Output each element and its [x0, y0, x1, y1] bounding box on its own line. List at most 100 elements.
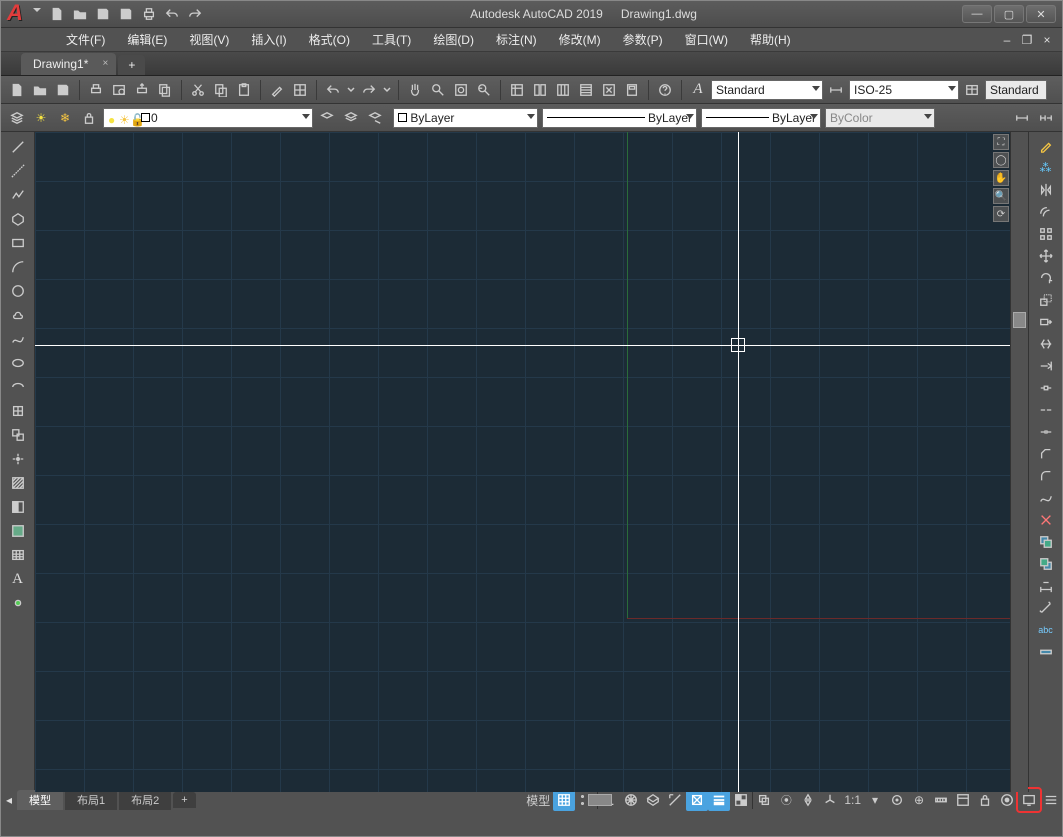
redo-dropdown-icon[interactable]	[382, 80, 392, 100]
maximize-button[interactable]: ▢	[994, 5, 1024, 23]
lwt-toggle-icon[interactable]	[708, 789, 730, 811]
erase-icon[interactable]	[1036, 136, 1056, 156]
customize-icon[interactable]	[1040, 789, 1062, 811]
trim-icon[interactable]	[1036, 334, 1056, 354]
pan-icon[interactable]	[405, 80, 425, 100]
nav-orbit-icon[interactable]: ⟳	[993, 206, 1009, 222]
layer-combo[interactable]: ●☀🔓 0	[103, 108, 313, 128]
ellipse-icon[interactable]	[6, 352, 30, 374]
layout-tab-2[interactable]: 布局2	[119, 790, 171, 810]
sheet-set-mgr-icon[interactable]	[576, 80, 596, 100]
menu-modify[interactable]: 修改(M)	[549, 28, 611, 51]
nav-full-icon[interactable]: ⛶	[993, 134, 1009, 150]
point-icon[interactable]	[6, 448, 30, 470]
plot-icon[interactable]	[86, 80, 106, 100]
dim-style-combo[interactable]: ISO-25	[849, 80, 959, 100]
text-style-combo[interactable]: Standard	[711, 80, 823, 100]
menu-tools[interactable]: 工具(T)	[362, 28, 421, 51]
add-selected-icon[interactable]	[6, 592, 30, 614]
table-icon[interactable]	[6, 544, 30, 566]
leader-icon[interactable]: abc	[1036, 620, 1056, 640]
undo-dropdown-icon[interactable]	[346, 80, 356, 100]
isodraft-icon[interactable]	[642, 789, 664, 811]
new-tab-button[interactable]: +	[118, 55, 145, 75]
polygon-icon[interactable]	[6, 208, 30, 230]
mtext-icon[interactable]: A	[6, 568, 30, 590]
open-icon[interactable]	[30, 80, 50, 100]
units-icon[interactable]	[930, 789, 952, 811]
nav-wheel-icon[interactable]: ◯	[993, 152, 1009, 168]
match-props-icon[interactable]	[267, 80, 287, 100]
menu-draw[interactable]: 绘图(D)	[423, 28, 484, 51]
minimize-button[interactable]: —	[962, 5, 992, 23]
transparency-icon[interactable]	[730, 789, 752, 811]
make-block-icon[interactable]	[6, 424, 30, 446]
qat-open-icon[interactable]	[70, 4, 90, 24]
spline-icon[interactable]	[6, 328, 30, 350]
offset-icon[interactable]	[1036, 202, 1056, 222]
dim-edit-icon[interactable]	[1036, 642, 1056, 662]
markup-icon[interactable]	[599, 80, 619, 100]
new-icon[interactable]	[7, 80, 27, 100]
scroll-left-icon[interactable]: ◂	[1, 790, 17, 810]
dyn-ucs-icon[interactable]: ⦿	[775, 789, 797, 811]
layer-isolate-icon[interactable]	[341, 108, 361, 128]
block-editor-icon[interactable]	[290, 80, 310, 100]
table-style-combo[interactable]: Standard	[985, 80, 1047, 100]
status-model-button[interactable]: 模型	[523, 789, 553, 811]
qat-saveas-icon[interactable]	[116, 4, 136, 24]
quick-props-icon[interactable]	[952, 789, 974, 811]
menu-help[interactable]: 帮助(H)	[740, 28, 801, 51]
qat-save-icon[interactable]	[93, 4, 113, 24]
undo-icon[interactable]	[323, 80, 343, 100]
anno-scale-label[interactable]: 1:1	[841, 789, 864, 811]
workspace-switch-icon[interactable]	[886, 789, 908, 811]
redo-icon[interactable]	[359, 80, 379, 100]
rectangle-icon[interactable]	[6, 232, 30, 254]
document-tab[interactable]: Drawing1*×	[21, 53, 116, 75]
polyline-icon[interactable]	[6, 184, 30, 206]
plotstyle-combo[interactable]: ByLayer	[701, 108, 821, 128]
gradient-icon[interactable]	[6, 496, 30, 518]
clean-screen-icon[interactable]	[1018, 789, 1040, 811]
insert-block-icon[interactable]	[6, 400, 30, 422]
revision-cloud-icon[interactable]	[6, 304, 30, 326]
menu-dimension[interactable]: 标注(N)	[486, 28, 547, 51]
ellipse-arc-icon[interactable]	[6, 376, 30, 398]
selection-cycling-icon[interactable]	[753, 789, 775, 811]
layout-tab-add[interactable]: +	[173, 792, 195, 808]
help-icon[interactable]	[655, 80, 675, 100]
color-combo[interactable]: ByColor	[825, 108, 935, 128]
selection-filter-icon[interactable]	[797, 789, 819, 811]
draworder-icon[interactable]	[1036, 532, 1056, 552]
quickcalc-icon[interactable]	[622, 80, 642, 100]
qat-undo-icon[interactable]	[162, 4, 182, 24]
save-icon[interactable]	[53, 80, 73, 100]
move-icon[interactable]	[1036, 246, 1056, 266]
vertical-scrollbar[interactable]	[1010, 132, 1028, 792]
layer-previous-icon[interactable]	[317, 108, 337, 128]
scale-icon[interactable]	[1036, 290, 1056, 310]
anno-monitor-icon[interactable]: ⊕	[908, 789, 930, 811]
layer-states-icon[interactable]: ☀	[31, 108, 51, 128]
menu-parametric[interactable]: 参数(P)	[613, 28, 673, 51]
nav-zoom-icon[interactable]: 🔍	[993, 188, 1009, 204]
circle-icon[interactable]	[6, 280, 30, 302]
arc-icon[interactable]	[6, 256, 30, 278]
mdi-minimize-icon[interactable]: –	[998, 32, 1016, 48]
properties-icon[interactable]	[507, 80, 527, 100]
chamfer-icon[interactable]	[1036, 444, 1056, 464]
dim-linear-icon[interactable]	[1012, 108, 1032, 128]
copy-icon[interactable]	[211, 80, 231, 100]
join-icon[interactable]	[1036, 422, 1056, 442]
menu-edit[interactable]: 编辑(E)	[117, 28, 177, 51]
qat-new-icon[interactable]	[47, 4, 67, 24]
cut-icon[interactable]	[188, 80, 208, 100]
table-style-icon[interactable]	[962, 80, 982, 100]
dim-style-icon[interactable]	[826, 80, 846, 100]
paste-icon[interactable]	[234, 80, 254, 100]
nav-pan-icon[interactable]: ✋	[993, 170, 1009, 186]
linetype-combo[interactable]: ByLayer	[393, 108, 538, 128]
construction-line-icon[interactable]	[6, 160, 30, 182]
fillet-icon[interactable]	[1036, 466, 1056, 486]
